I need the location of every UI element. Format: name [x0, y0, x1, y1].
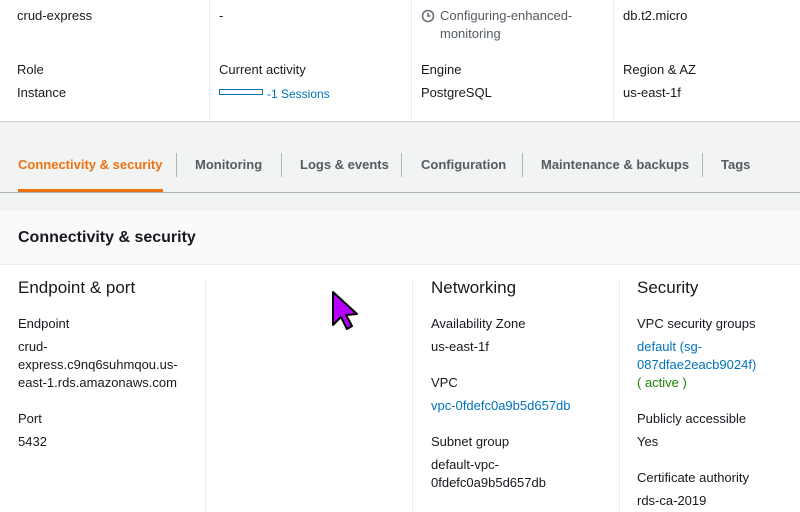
- port-value: 5432: [18, 434, 47, 449]
- endpoint-port-heading: Endpoint & port: [18, 278, 136, 297]
- endpoint-value: express.c9nq6suhmqou.us-: [18, 357, 178, 372]
- security-groups-label: VPC security groups: [637, 316, 756, 331]
- tab-separator: [522, 153, 523, 177]
- endpoint-value: east-1.rds.amazonaws.com: [18, 375, 177, 390]
- networking-heading: Networking: [431, 278, 517, 297]
- tab-separator: [401, 153, 402, 177]
- region-value: us-east-1f: [623, 85, 681, 100]
- column-divider: [411, 0, 412, 120]
- activity-progress-bar: [219, 89, 263, 95]
- instance-summary: crud-express - Configuring-enhanced-moni…: [0, 0, 800, 122]
- column-divider: [209, 0, 210, 120]
- tab-separator: [176, 153, 177, 177]
- tab-logs-events[interactable]: Logs & events: [300, 140, 389, 190]
- security-group-link[interactable]: default (sg-: [637, 338, 702, 356]
- region-label: Region & AZ: [623, 62, 696, 77]
- availability-zone-value: us-east-1f: [431, 339, 489, 354]
- clock-icon: [421, 9, 435, 23]
- tab-maintenance-backups[interactable]: Maintenance & backups: [541, 140, 689, 190]
- vpc-link[interactable]: vpc-0fdefc0a9b5d657db: [431, 397, 571, 415]
- subnet-group-value: default-vpc-: [431, 457, 499, 472]
- security-group-link[interactable]: 087dfae2eacb9024f): [637, 356, 756, 374]
- security-heading: Security: [637, 278, 699, 297]
- activity-link[interactable]: -1 Sessions: [267, 85, 330, 103]
- role-value: Instance: [17, 85, 67, 100]
- vpc-label: VPC: [431, 375, 458, 390]
- endpoint-label: Endpoint: [18, 316, 70, 331]
- panel-header: Connectivity & security: [0, 211, 800, 265]
- tab-separator: [702, 153, 703, 177]
- security-group-status: ( active ): [637, 375, 687, 390]
- certificate-authority-value: rds-ca-2019: [637, 493, 707, 508]
- role-label: Role: [17, 62, 44, 77]
- endpoint-value: crud-: [18, 339, 48, 354]
- tab-separator: [281, 153, 282, 177]
- column-divider: [613, 0, 614, 120]
- connectivity-security-panel: Connectivity & security Endpoint & port …: [0, 211, 800, 512]
- publicly-accessible-value: Yes: [637, 434, 659, 449]
- availability-zone-label: Availability Zone: [431, 316, 526, 331]
- port-label: Port: [18, 411, 42, 426]
- detail-tabs: Connectivity & security Monitoring Logs …: [0, 140, 800, 193]
- tab-monitoring[interactable]: Monitoring: [195, 140, 262, 190]
- status-value: Configuring-enhanced-monitoring: [440, 8, 573, 41]
- tab-connectivity-security[interactable]: Connectivity & security: [18, 140, 163, 192]
- panel-title: Connectivity & security: [18, 229, 196, 246]
- subnet-group-value: 0fdefc0a9b5d657db: [431, 475, 546, 490]
- tab-tags[interactable]: Tags: [721, 140, 750, 190]
- certificate-authority-label: Certificate authority: [637, 470, 749, 485]
- column-divider: [412, 280, 413, 512]
- subnet-group-label: Subnet group: [431, 434, 510, 449]
- cpu-value: -: [219, 8, 224, 23]
- publicly-accessible-label: Publicly accessible: [637, 411, 747, 426]
- mouse-cursor-icon: [330, 290, 360, 330]
- tab-configuration[interactable]: Configuration: [421, 140, 506, 190]
- engine-value: PostgreSQL: [421, 85, 492, 100]
- engine-label: Engine: [421, 62, 462, 77]
- db-identifier: crud-express: [17, 8, 93, 23]
- activity-label: Current activity: [219, 62, 306, 77]
- column-divider: [619, 280, 620, 512]
- instance-class: db.t2.micro: [623, 8, 688, 23]
- column-divider: [205, 280, 206, 512]
